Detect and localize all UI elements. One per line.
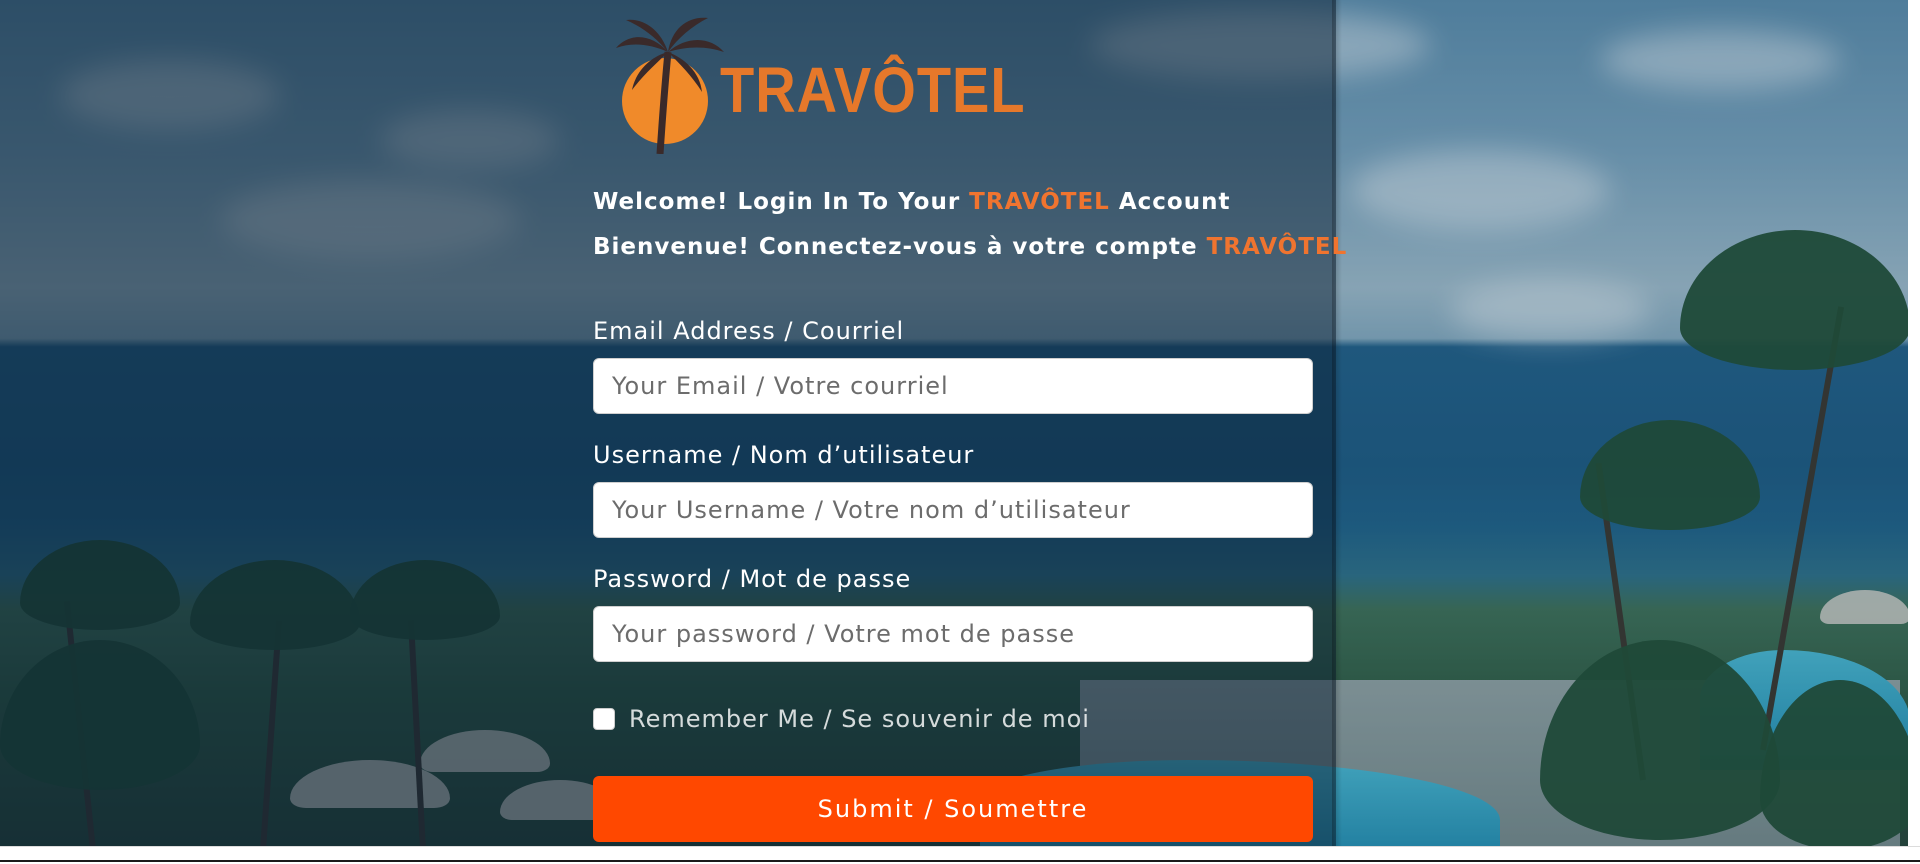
welcome-heading-fr: Bienvenue! Connectez-vous à votre compte… (593, 225, 1346, 270)
brand-logo: TRAVÔTEL (612, 14, 1025, 154)
email-field[interactable] (593, 358, 1313, 414)
email-label: Email Address / Courriel (593, 317, 905, 345)
brand-highlight: TRAVÔTEL (1206, 234, 1348, 260)
remember-me-row[interactable]: Remember Me / Se souvenir de moi (593, 705, 1090, 733)
welcome-text: Bienvenue! Connectez-vous à votre compte (593, 234, 1207, 260)
username-label: Username / Nom d’utilisateur (593, 441, 975, 469)
image-tint (1336, 0, 1908, 846)
username-field[interactable] (593, 482, 1313, 538)
password-field[interactable] (593, 606, 1313, 662)
page-bottom-strip (0, 846, 1920, 864)
panel-shadow (1332, 0, 1342, 864)
welcome-heading-en: Welcome! Login In To Your TRAVÔTEL Accou… (593, 180, 1313, 225)
submit-button[interactable]: Submit / Soumettre (593, 776, 1313, 842)
remember-me-label[interactable]: Remember Me / Se souvenir de moi (629, 705, 1090, 733)
login-form: Welcome! Login In To Your TRAVÔTEL Accou… (593, 180, 1346, 842)
remember-me-checkbox[interactable] (593, 708, 615, 730)
brand-highlight: TRAVÔTEL (969, 189, 1110, 215)
palm-tree-icon (616, 17, 724, 154)
brand-wordmark: TRAVÔTEL (720, 53, 1026, 126)
welcome-text: Account (1109, 189, 1231, 215)
bottom-rule (0, 860, 1920, 862)
welcome-text: Welcome! Login In To Your (593, 189, 970, 215)
password-label: Password / Mot de passe (593, 565, 912, 593)
